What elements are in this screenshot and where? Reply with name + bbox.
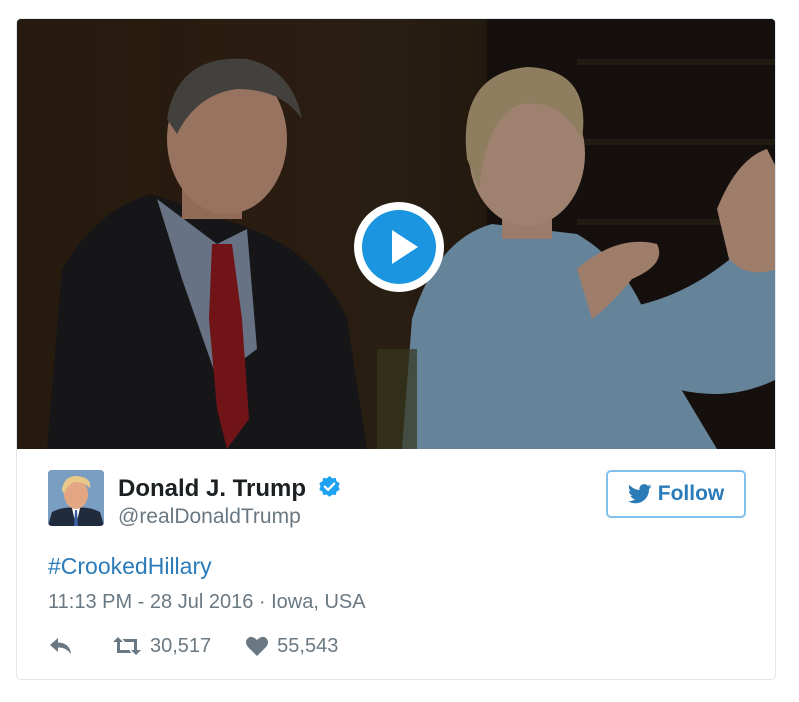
- embedded-tweet-card: Donald J. Trump @realDonaldTrump Follow …: [16, 18, 776, 680]
- follow-button[interactable]: Follow: [606, 470, 746, 518]
- play-icon: [392, 230, 418, 264]
- author-handle[interactable]: @realDonaldTrump: [118, 505, 301, 529]
- author-name[interactable]: Donald J. Trump: [118, 475, 306, 503]
- follow-button-label: Follow: [657, 482, 725, 505]
- retweet-icon: [113, 637, 141, 655]
- tweet-hashtag[interactable]: #CrookedHillary: [48, 553, 212, 580]
- reply-button[interactable]: [48, 635, 82, 657]
- tweet-actions: 30,517 55,543: [48, 631, 338, 661]
- like-button[interactable]: 55,543: [245, 635, 338, 658]
- tweet-timestamp[interactable]: 11:13 PM - 28 Jul 2016: [48, 591, 253, 613]
- avatar[interactable]: [48, 470, 104, 526]
- like-count: 55,543: [277, 634, 339, 657]
- tweet-meta: 11:13 PM - 28 Jul 2016 · Iowa, USA: [48, 591, 366, 614]
- retweet-count: 30,517: [150, 634, 212, 657]
- twitter-bird-icon: [627, 484, 652, 504]
- play-button[interactable]: [354, 202, 444, 292]
- verified-badge-icon: [319, 476, 340, 497]
- avatar-image: [48, 470, 104, 526]
- retweet-button[interactable]: 30,517: [112, 635, 211, 658]
- play-button-circle: [362, 210, 436, 284]
- reply-icon: [50, 638, 71, 654]
- tweet-location[interactable]: Iowa, USA: [271, 591, 365, 613]
- meta-separator: ·: [253, 591, 272, 613]
- heart-icon: [246, 636, 269, 656]
- video-player[interactable]: [17, 19, 775, 449]
